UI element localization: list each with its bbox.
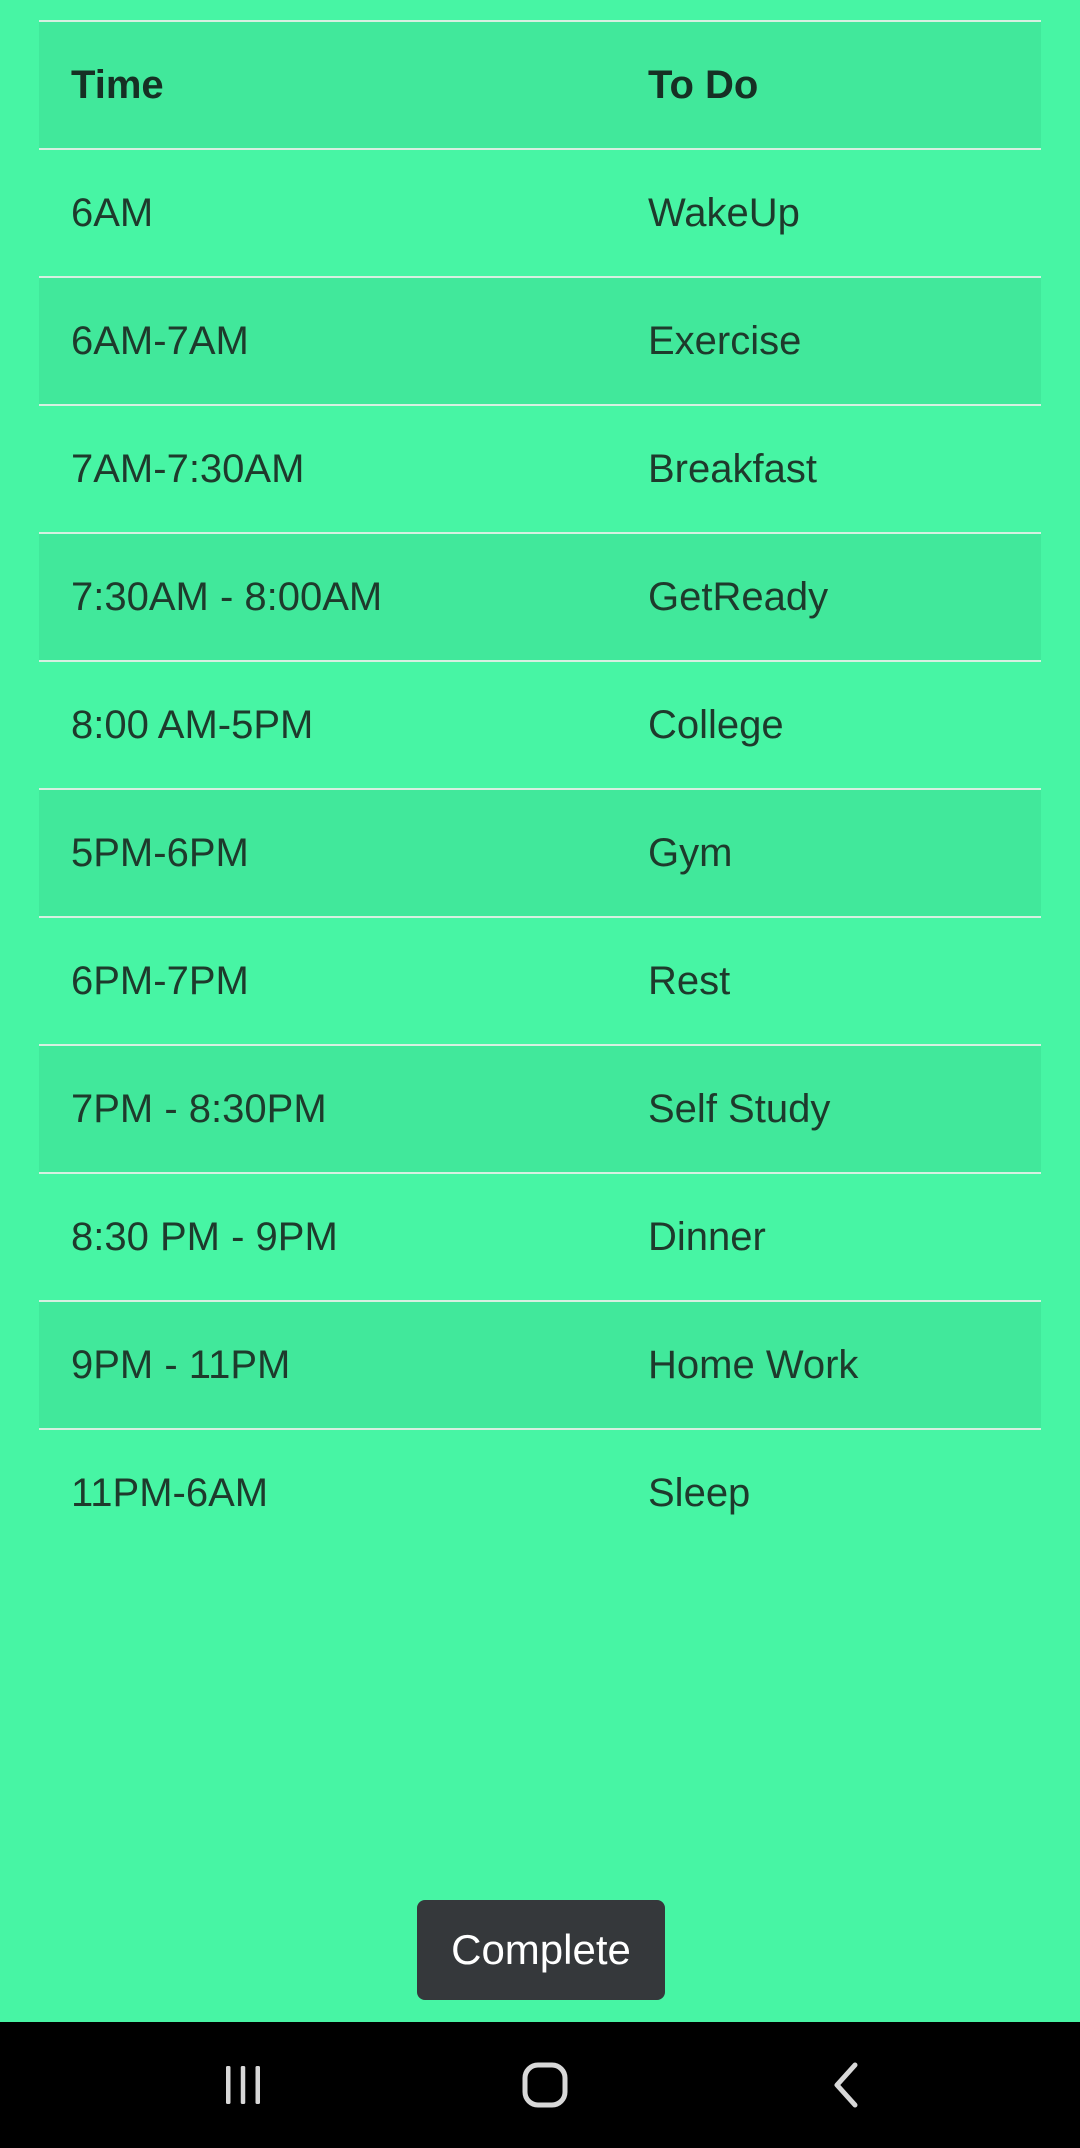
table-row: 7AM-7:30AM Breakfast xyxy=(39,404,1041,533)
todo-cell: Gym xyxy=(616,788,1041,917)
todo-cell: Rest xyxy=(616,916,1041,1045)
table-row: 8:30 PM - 9PM Dinner xyxy=(39,1172,1041,1301)
table-header-row: Time To Do xyxy=(39,20,1041,149)
table-row: 7PM - 8:30PM Self Study xyxy=(39,1044,1041,1173)
todo-cell: Breakfast xyxy=(616,404,1041,533)
schedule-screen: Time To Do 6AM WakeUp 6AM-7AM Exercise 7… xyxy=(0,0,1080,2022)
time-cell: 7PM - 8:30PM xyxy=(39,1044,616,1173)
complete-toast: Complete xyxy=(417,1900,665,2000)
home-icon xyxy=(522,2062,568,2108)
time-cell: 6PM-7PM xyxy=(39,916,616,1045)
todo-cell: College xyxy=(616,660,1041,789)
time-cell: 8:00 AM-5PM xyxy=(39,660,616,789)
schedule-table: Time To Do 6AM WakeUp 6AM-7AM Exercise 7… xyxy=(39,20,1041,1556)
todo-cell: Exercise xyxy=(616,276,1041,405)
recent-apps-icon xyxy=(226,2066,260,2104)
table-row: 11PM-6AM Sleep xyxy=(39,1428,1041,1556)
table-row: 8:00 AM-5PM College xyxy=(39,660,1041,789)
todo-cell: Dinner xyxy=(616,1172,1041,1301)
table-row: 6AM WakeUp xyxy=(39,148,1041,277)
time-cell: 5PM-6PM xyxy=(39,788,616,917)
todo-cell: GetReady xyxy=(616,532,1041,661)
todo-cell: WakeUp xyxy=(616,148,1041,277)
time-cell: 9PM - 11PM xyxy=(39,1300,616,1429)
time-cell: 8:30 PM - 9PM xyxy=(39,1172,616,1301)
recent-apps-button[interactable] xyxy=(183,2022,303,2148)
back-button[interactable] xyxy=(787,2022,907,2148)
home-button[interactable] xyxy=(485,2022,605,2148)
system-navigation-bar xyxy=(0,2022,1080,2148)
column-header-todo: To Do xyxy=(616,20,1041,149)
table-row: 6AM-7AM Exercise xyxy=(39,276,1041,405)
time-cell: 6AM-7AM xyxy=(39,276,616,405)
todo-cell: Home Work xyxy=(616,1300,1041,1429)
time-cell: 7AM-7:30AM xyxy=(39,404,616,533)
table-row: 6PM-7PM Rest xyxy=(39,916,1041,1045)
table-row: 5PM-6PM Gym xyxy=(39,788,1041,917)
time-cell: 6AM xyxy=(39,148,616,277)
time-cell: 11PM-6AM xyxy=(39,1428,616,1556)
todo-cell: Sleep xyxy=(616,1428,1041,1556)
table-row: 7:30AM - 8:00AM GetReady xyxy=(39,532,1041,661)
back-icon xyxy=(834,2062,858,2108)
table-row: 9PM - 11PM Home Work xyxy=(39,1300,1041,1429)
time-cell: 7:30AM - 8:00AM xyxy=(39,532,616,661)
column-header-time: Time xyxy=(39,20,616,149)
todo-cell: Self Study xyxy=(616,1044,1041,1173)
